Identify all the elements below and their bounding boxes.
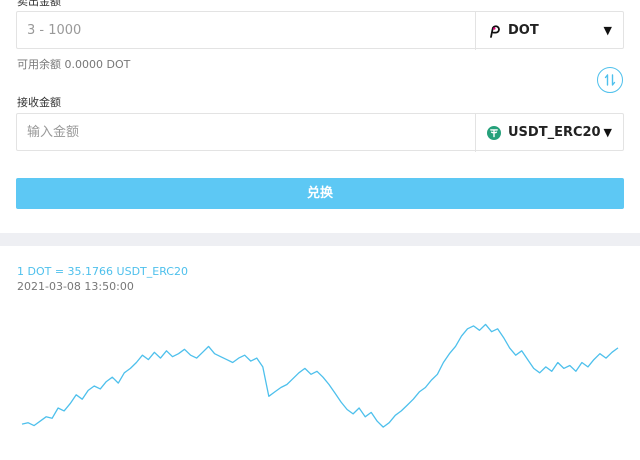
receive-amount-row: 输入金额 USDT_ERC20 ▼ bbox=[16, 113, 624, 152]
section-divider bbox=[0, 233, 640, 246]
divider bbox=[475, 12, 476, 50]
chevron-down-icon[interactable]: ▼ bbox=[604, 114, 612, 152]
send-amount-row: 3 - 1000 DOT ▼ bbox=[16, 11, 624, 50]
send-coin-select[interactable]: DOT bbox=[487, 12, 539, 50]
swap-vertical-icon bbox=[604, 74, 616, 86]
price-line-series bbox=[21, 323, 619, 428]
send-amount-input[interactable]: 3 - 1000 bbox=[27, 12, 81, 50]
exchange-rate: 1 DOT = 35.1766 USDT_ERC20 bbox=[17, 265, 188, 278]
swap-button[interactable] bbox=[597, 67, 623, 93]
send-coin-label: DOT bbox=[508, 23, 539, 38]
tether-icon bbox=[487, 126, 501, 140]
chevron-down-icon[interactable]: ▼ bbox=[604, 12, 612, 50]
rate-timestamp: 2021-03-08 13:50:00 bbox=[17, 280, 134, 293]
price-chart bbox=[21, 323, 619, 428]
receive-amount-label: 接收金额 bbox=[17, 96, 61, 109]
divider bbox=[475, 114, 476, 152]
send-amount-label: 卖出金额 bbox=[17, 0, 61, 8]
receive-amount-input[interactable]: 输入金额 bbox=[27, 114, 79, 152]
exchange-button[interactable]: 兑换 bbox=[16, 178, 624, 209]
receive-coin-select[interactable]: USDT_ERC20 bbox=[487, 114, 601, 152]
receive-coin-label: USDT_ERC20 bbox=[508, 125, 601, 140]
available-balance: 可用余额 0.0000 DOT bbox=[17, 58, 131, 71]
polkadot-icon bbox=[490, 25, 500, 38]
